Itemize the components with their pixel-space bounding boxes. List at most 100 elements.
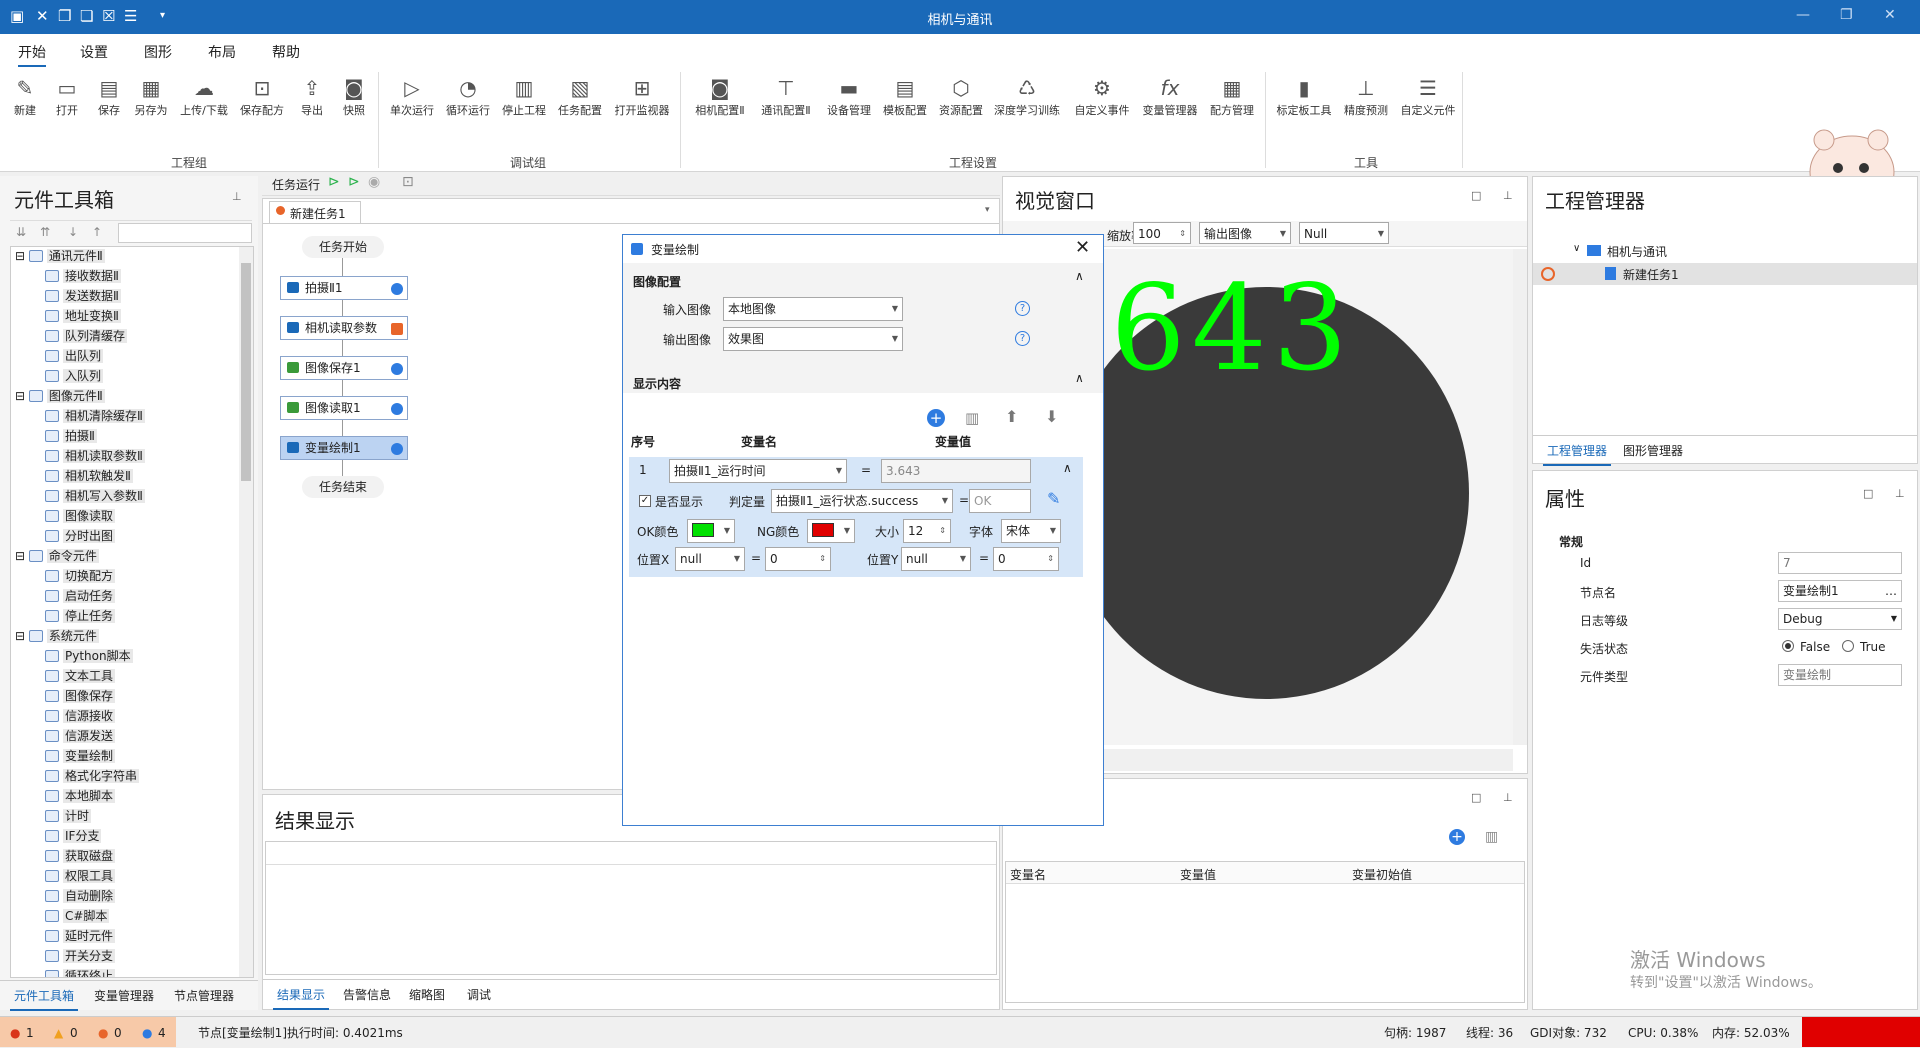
expand-all-icon[interactable]: ⇈ bbox=[40, 225, 50, 239]
tree-item[interactable]: 循环终止 bbox=[11, 967, 116, 977]
device-manager-button[interactable]: ▬ 设备管理 bbox=[825, 74, 873, 118]
loop-task-icon[interactable]: ⊳ bbox=[348, 174, 360, 190]
stop-task-icon[interactable]: ◉ bbox=[368, 174, 380, 190]
zoom-input[interactable]: 100 ⇕ bbox=[1133, 222, 1191, 244]
tree-item[interactable]: Python脚本 bbox=[11, 647, 133, 667]
toolbox-search-input[interactable] bbox=[118, 223, 252, 243]
custom-event-button[interactable]: ⚙ 自定义事件 bbox=[1075, 74, 1130, 118]
radio-false[interactable] bbox=[1782, 640, 1794, 652]
task-end-node[interactable]: 任务结束 bbox=[302, 476, 384, 498]
tree-item[interactable]: 延时元件 bbox=[11, 927, 116, 947]
row-var-select[interactable]: 拍摄Ⅱ1_运行时间 ▼ bbox=[669, 459, 847, 483]
pin-icon[interactable]: ⊥ bbox=[1503, 189, 1513, 202]
tree-item[interactable]: 相机清除缓存Ⅱ bbox=[11, 407, 145, 427]
maximize-icon[interactable]: □ bbox=[1863, 487, 1873, 500]
tree-scrollbar-thumb[interactable] bbox=[241, 263, 251, 481]
task-config-button[interactable]: ▧ 任务配置 bbox=[556, 74, 604, 118]
move-down-icon[interactable]: ⬇ bbox=[1045, 407, 1058, 426]
collapse-all-icon[interactable]: ⇊ bbox=[16, 225, 26, 239]
move-up-icon[interactable]: ↑ bbox=[92, 225, 102, 239]
tree-category[interactable]: ⊟ 通讯元件Ⅱ bbox=[11, 247, 105, 267]
posy-var-select[interactable]: null ▼ bbox=[901, 547, 971, 571]
ng-color-select[interactable]: ▼ bbox=[807, 519, 855, 543]
add-row-icon[interactable]: + bbox=[927, 409, 945, 427]
snapshot-button[interactable]: ◙ 快照 bbox=[330, 74, 378, 118]
tree-item[interactable]: 相机软触发Ⅱ bbox=[11, 467, 133, 487]
size-input[interactable]: 12 ⇕ bbox=[903, 519, 951, 543]
menu-settings[interactable]: 设置 bbox=[80, 42, 108, 62]
menu-graphics[interactable]: 图形 bbox=[144, 42, 172, 62]
tree-item[interactable]: C#脚本 bbox=[11, 907, 110, 927]
tree-item[interactable]: 图像读取 bbox=[11, 507, 116, 527]
flow-node-image-save[interactable]: 图像保存1 bbox=[280, 356, 408, 380]
posx-var-select[interactable]: null ▼ bbox=[675, 547, 745, 571]
prop-log-select[interactable]: Debug ▼ bbox=[1778, 608, 1902, 630]
tree-item[interactable]: 发送数据Ⅱ bbox=[11, 287, 121, 307]
tree-item[interactable]: 地址变换Ⅱ bbox=[11, 307, 121, 327]
delete-row-icon[interactable]: ▥ bbox=[965, 409, 979, 427]
tree-item[interactable]: 出队列 bbox=[11, 347, 104, 367]
delete-variable-icon[interactable]: ▥ bbox=[1485, 829, 1498, 845]
show-checkbox[interactable]: ✓ bbox=[639, 495, 651, 507]
camera-config-button[interactable]: ◙ 相机配置Ⅱ bbox=[695, 74, 744, 118]
pin-icon[interactable]: ⊥ bbox=[232, 190, 242, 203]
image-select[interactable]: 输出图像 ▼ bbox=[1199, 222, 1291, 244]
loop-run-button[interactable]: ◔ 循环运行 bbox=[444, 74, 492, 118]
tab-toolbox[interactable]: 元件工具箱 bbox=[10, 981, 79, 1011]
upload-download-button[interactable]: ☁ 上传/下载 bbox=[180, 74, 228, 118]
menu-start[interactable]: 开始 bbox=[18, 42, 46, 67]
comm-config-button[interactable]: ⊤ 通讯配置Ⅱ bbox=[761, 74, 810, 118]
tree-item[interactable]: 图像保存 bbox=[11, 687, 116, 707]
flow-node-capture[interactable]: 拍摄Ⅱ1 bbox=[280, 276, 408, 300]
tree-item[interactable]: 信源接收 bbox=[11, 707, 116, 727]
row-value-field[interactable]: 3.643 bbox=[881, 459, 1031, 483]
maximize-icon[interactable]: □ bbox=[1471, 189, 1481, 202]
tree-scrollbar[interactable] bbox=[239, 247, 253, 977]
pin-icon[interactable]: ⊥ bbox=[1503, 791, 1513, 804]
stop-project-button[interactable]: ▥ 停止工程 bbox=[500, 74, 548, 118]
edit-icon[interactable]: ✎ bbox=[1047, 489, 1060, 508]
prop-id-input[interactable]: 7 bbox=[1778, 552, 1902, 574]
pin-icon[interactable]: ⊥ bbox=[1895, 487, 1905, 500]
move-down-icon[interactable]: ↓ bbox=[68, 225, 78, 239]
task-start-node[interactable]: 任务开始 bbox=[302, 236, 384, 258]
task-monitor-icon[interactable]: ⊡ bbox=[402, 174, 414, 190]
tree-item[interactable]: 拍摄Ⅱ bbox=[11, 427, 97, 447]
resource-config-button[interactable]: ⬡ 资源配置 bbox=[937, 74, 985, 118]
recipe-manager-button[interactable]: ▦ 配方管理 bbox=[1208, 74, 1256, 118]
add-variable-icon[interactable]: + bbox=[1449, 829, 1465, 845]
tree-item[interactable]: 分时出图 bbox=[11, 527, 116, 547]
judge-result-field[interactable]: OK bbox=[969, 489, 1031, 513]
tab-node-manager[interactable]: 节点管理器 bbox=[170, 981, 238, 1011]
tree-item[interactable]: 计时 bbox=[11, 807, 92, 827]
collapse-icon[interactable]: ∧ bbox=[1075, 371, 1084, 385]
tree-item[interactable]: 获取磁盘 bbox=[11, 847, 116, 867]
tree-item[interactable]: 本地脚本 bbox=[11, 787, 116, 807]
menu-help[interactable]: 帮助 bbox=[272, 42, 300, 62]
maximize-icon[interactable]: □ bbox=[1471, 791, 1481, 804]
tree-item[interactable]: 切换配方 bbox=[11, 567, 116, 587]
output-image-select[interactable]: 效果图 ▼ bbox=[723, 327, 903, 351]
help-icon[interactable]: ? bbox=[1015, 331, 1030, 346]
accuracy-predict-button[interactable]: ⊥ 精度预测 bbox=[1342, 74, 1390, 118]
tree-item[interactable]: 开关分支 bbox=[11, 947, 116, 967]
project-tree-root[interactable]: ∨ 相机与通讯 bbox=[1533, 241, 1917, 261]
minimize-icon[interactable]: — bbox=[1796, 7, 1810, 23]
vision-vscrollbar[interactable] bbox=[1513, 249, 1527, 745]
tree-item[interactable]: 相机写入参数Ⅱ bbox=[11, 487, 145, 507]
tree-item[interactable]: IF分支 bbox=[11, 827, 102, 847]
restore-icon[interactable]: ❐ bbox=[1840, 7, 1853, 23]
null-select[interactable]: Null ▼ bbox=[1299, 222, 1389, 244]
tab-thumbnail[interactable]: 缩略图 bbox=[405, 980, 449, 1010]
tab-variable-manager[interactable]: 变量管理器 bbox=[90, 981, 158, 1011]
tree-item[interactable]: 队列清缓存 bbox=[11, 327, 128, 347]
save-as-button[interactable]: ▦ 另存为 bbox=[127, 74, 175, 118]
posx-input[interactable]: 0 ⇕ bbox=[765, 547, 831, 571]
close-icon[interactable]: ✕ bbox=[1884, 7, 1896, 23]
posy-input[interactable]: 0 ⇕ bbox=[993, 547, 1059, 571]
single-run-button[interactable]: ▷ 单次运行 bbox=[388, 74, 436, 118]
tab-graphics-manager[interactable]: 图形管理器 bbox=[1619, 436, 1687, 466]
flow-node-read-params[interactable]: 相机读取参数 bbox=[280, 316, 408, 340]
radio-true[interactable] bbox=[1842, 640, 1854, 652]
orange-count[interactable]: 0 bbox=[114, 1018, 122, 1048]
